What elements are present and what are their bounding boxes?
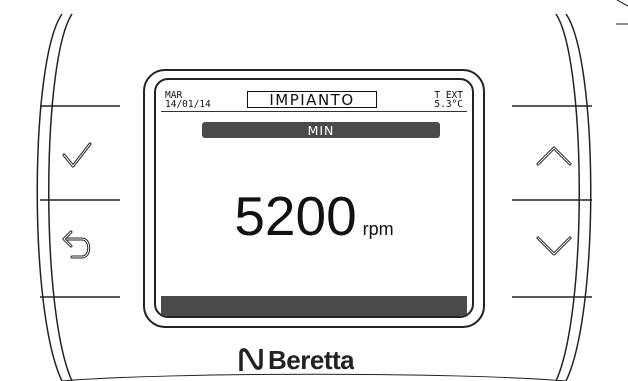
up-button[interactable] xyxy=(529,130,579,180)
back-icon xyxy=(62,230,91,259)
chevron-down-icon xyxy=(536,236,572,256)
back-button[interactable] xyxy=(52,222,102,272)
lcd-content: MAR 14/01/14 IMPIANTO T EXT 5.3°C MIN 52… xyxy=(161,85,467,316)
main-value: 5200 xyxy=(234,185,357,247)
chevron-up-icon xyxy=(536,146,572,166)
beretta-logo-icon xyxy=(239,348,263,371)
lcd-screen: MAR 14/01/14 IMPIANTO T EXT 5.3°C MIN 52… xyxy=(154,78,474,318)
checkmark-icon xyxy=(62,142,92,168)
date-display: MAR 14/01/14 xyxy=(165,91,211,110)
external-temperature-value: 5.3°C xyxy=(434,99,463,110)
footer-bar xyxy=(161,296,467,316)
value-unit: rpm xyxy=(362,219,394,239)
menu-title: IMPIANTO xyxy=(247,91,377,109)
header-divider xyxy=(161,111,467,112)
confirm-button[interactable] xyxy=(52,130,102,180)
external-temperature: T EXT 5.3°C xyxy=(434,91,463,110)
date-label: 14/01/14 xyxy=(165,99,211,110)
down-button[interactable] xyxy=(529,222,579,272)
value-display: 5200 rpm xyxy=(161,189,467,244)
brand-name: Beretta xyxy=(268,347,355,375)
submenu-label: MIN xyxy=(202,122,440,138)
brand-logo: Beretta xyxy=(238,347,354,381)
